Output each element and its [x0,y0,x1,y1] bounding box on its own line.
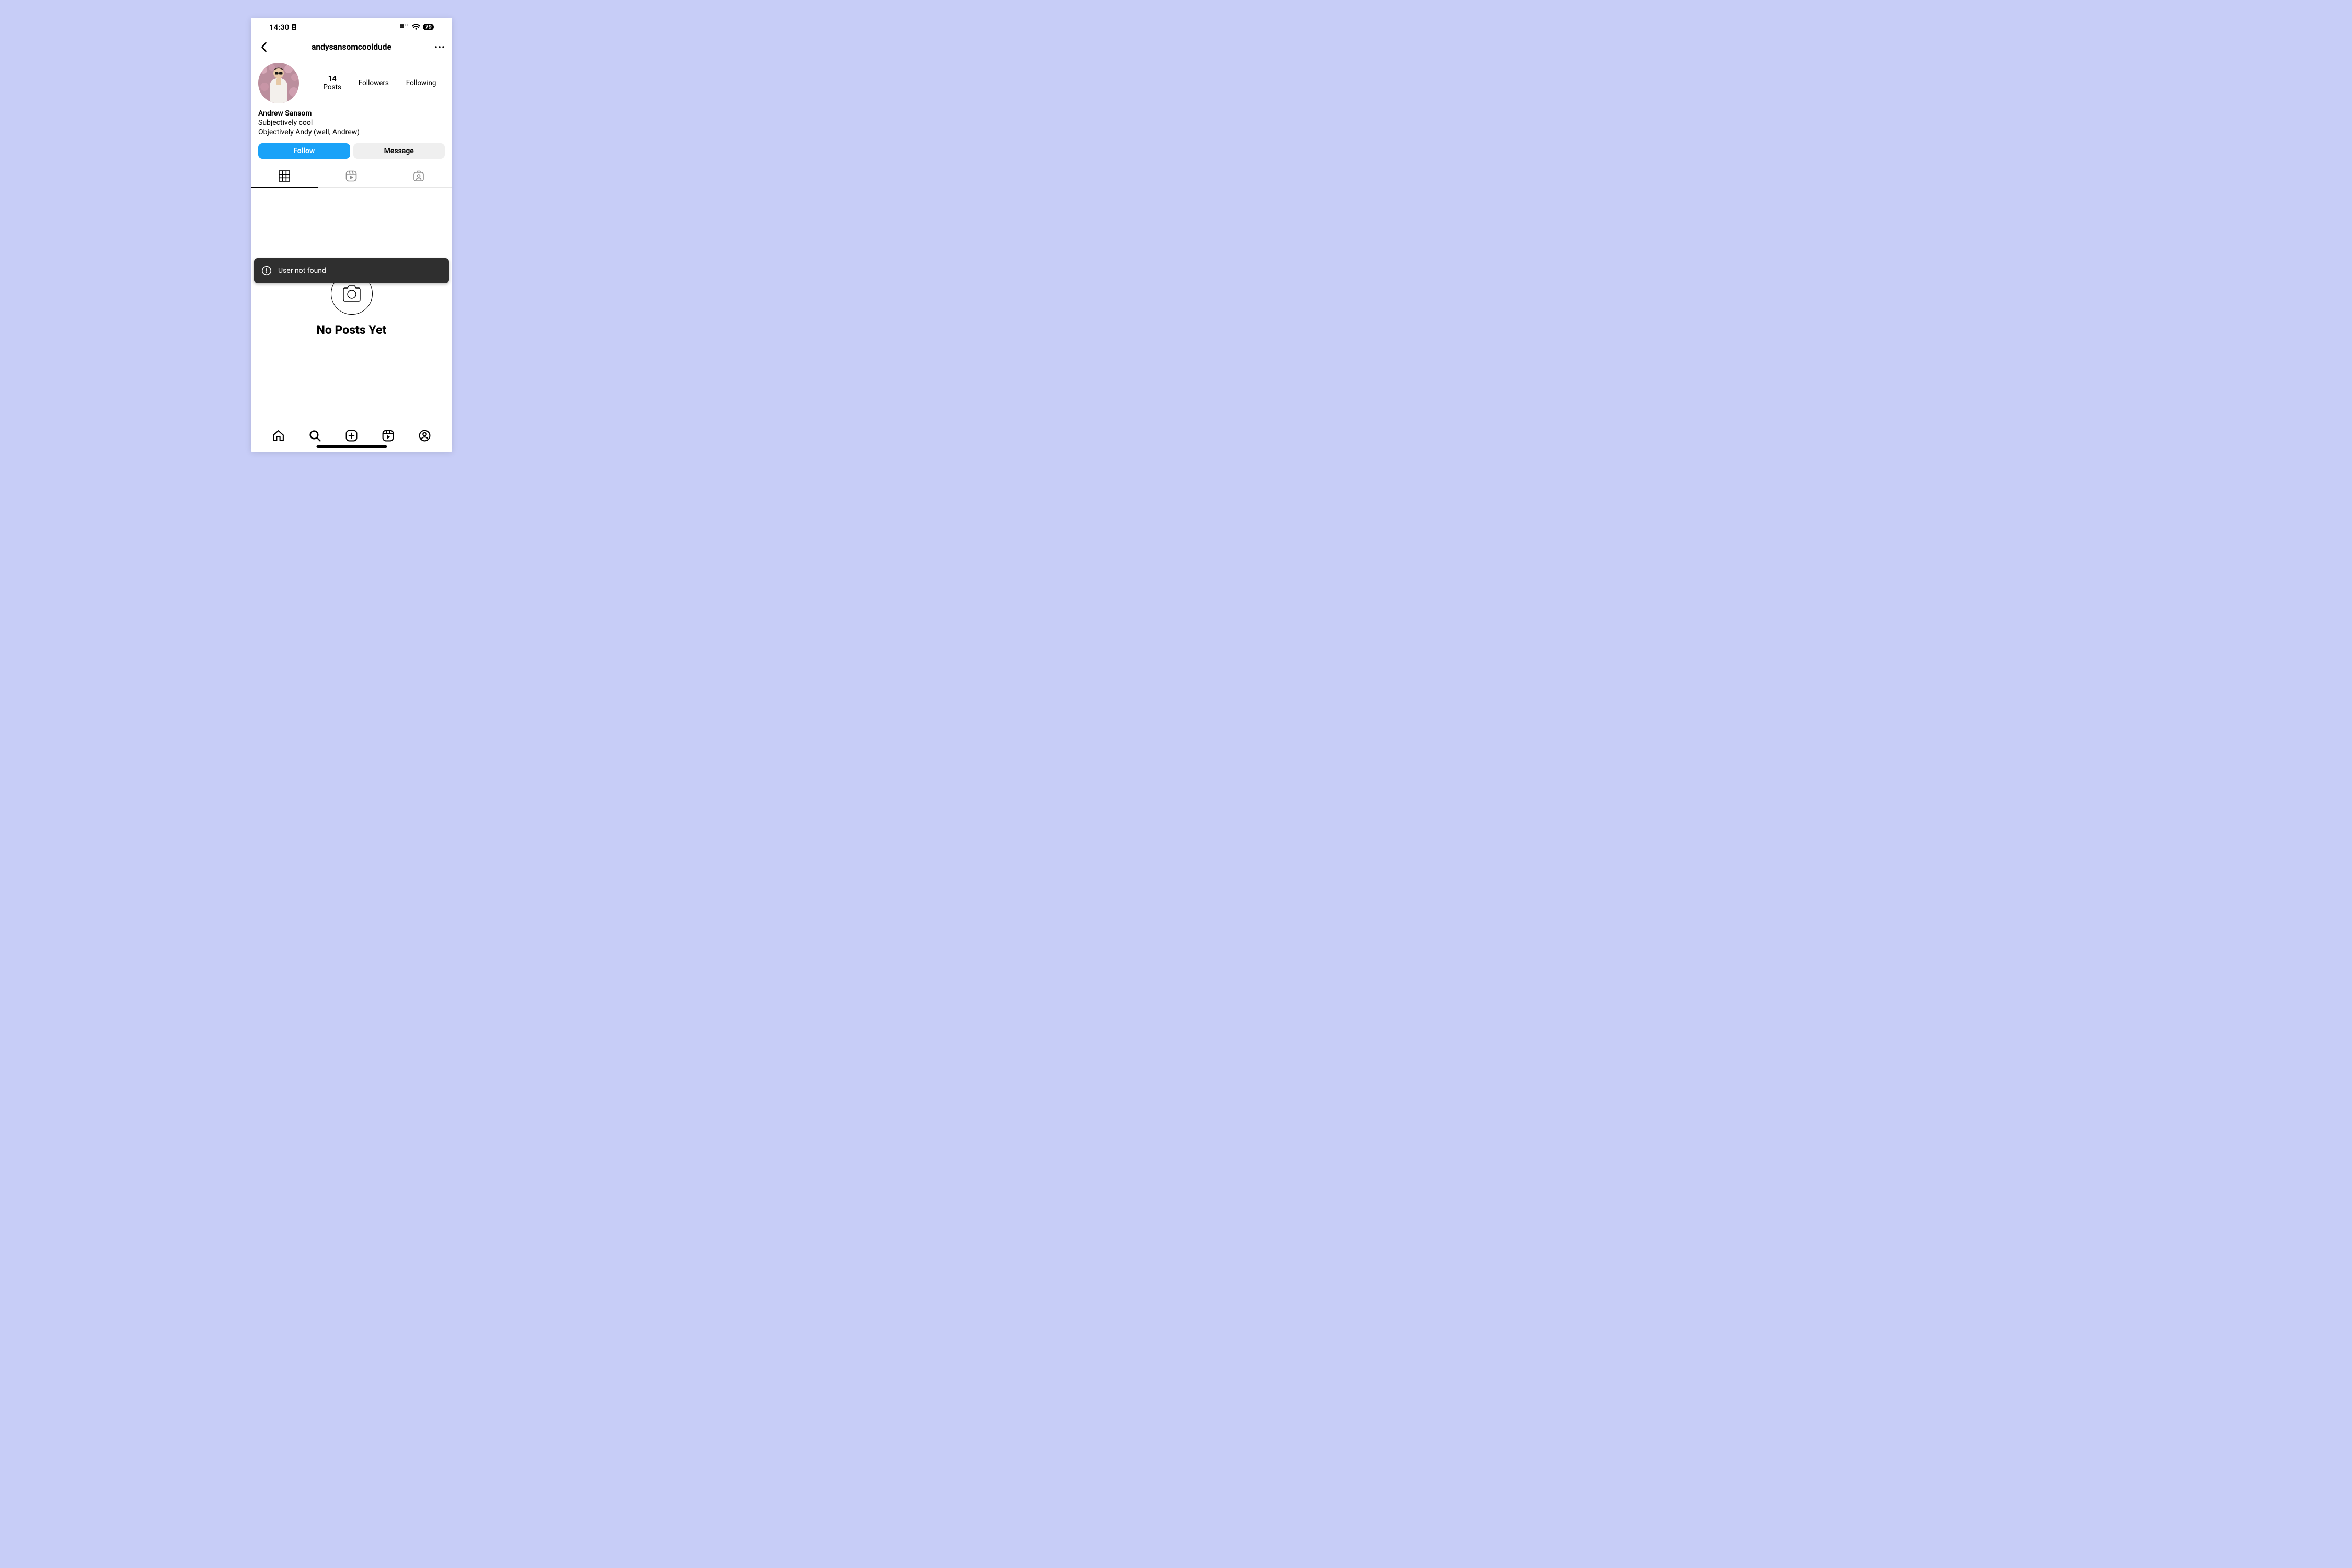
profile-circle-icon [418,429,431,442]
wifi-icon [412,24,420,30]
header-username: andysansomcooldude [312,42,391,52]
stat-posts-count: 14 [323,75,341,83]
follow-button[interactable]: Follow [258,143,350,159]
nav-new-post[interactable] [345,429,358,444]
stat-posts[interactable]: 14 Posts [323,75,341,91]
display-name: Andrew Sansom [258,109,445,118]
tab-posts-grid[interactable] [251,165,318,187]
avatar[interactable] [258,63,299,103]
grid-icon [279,170,290,182]
reels-icon [345,170,357,182]
nav-profile[interactable] [418,429,431,444]
status-left: 14:30 [269,22,297,32]
stat-followers[interactable]: Followers [359,79,389,87]
status-time: 14:30 [269,22,289,32]
stat-following-label: Following [406,79,436,87]
bio-line-2: Objectively Andy (well, Andrew) [258,128,445,137]
home-icon [272,429,285,442]
toast-text: User not found [278,267,326,275]
avatar-image [258,63,299,103]
phone-frame: 14:30 79 andysansomcooldude [251,18,452,452]
profile-row: 14 Posts Followers Following [251,57,452,103]
more-options-button[interactable] [432,46,447,48]
feed-tabs [251,165,452,188]
tagged-icon [413,170,424,182]
nav-search[interactable] [308,429,321,444]
stat-posts-label: Posts [323,83,341,91]
profile-bio: Andrew Sansom Subjectively cool Objectiv… [251,103,452,137]
profile-header: andysansomcooldude [251,37,452,57]
feed-body: No Posts Yet [251,188,452,422]
reels-nav-icon [382,429,395,442]
plus-square-icon [345,429,358,442]
more-horizontal-icon [435,46,444,48]
nav-reels[interactable] [382,429,395,444]
stat-followers-label: Followers [359,79,389,87]
chevron-left-icon [260,42,267,52]
back-button[interactable] [256,42,271,52]
status-right: 79 [400,24,434,30]
home-indicator[interactable] [316,445,387,448]
profile-stats: 14 Posts Followers Following [299,75,445,91]
message-button[interactable]: Message [353,143,445,159]
alert-circle-icon [261,266,272,276]
tab-tagged[interactable] [385,165,452,187]
nav-home[interactable] [272,429,285,444]
stat-following[interactable]: Following [406,79,436,87]
bio-line-1: Subjectively cool [258,118,445,128]
tab-reels[interactable] [318,165,385,187]
battery-badge: 79 [423,24,434,30]
signal-icon [400,24,409,30]
person-card-icon [291,24,297,30]
search-icon [308,429,321,442]
status-bar: 14:30 79 [251,18,452,37]
camera-icon [341,284,362,303]
no-posts-title: No Posts Yet [317,323,387,337]
toast-user-not-found: User not found [254,258,449,283]
profile-actions: Follow Message [251,137,452,163]
